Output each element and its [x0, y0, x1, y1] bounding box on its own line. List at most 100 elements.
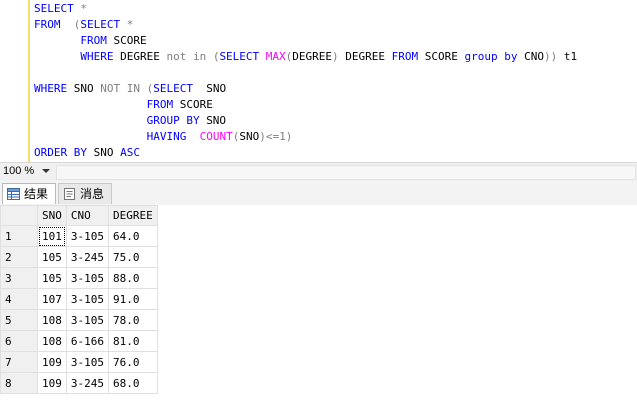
table-cell[interactable]: 3-105	[65, 288, 110, 310]
column-header-sno[interactable]: SNO	[37, 205, 67, 226]
code-line[interactable]: FROM SCORE	[34, 97, 577, 113]
table-cell[interactable]: 68.0	[108, 372, 158, 394]
row-number[interactable]: 8	[0, 372, 38, 394]
code-token: SNO	[206, 114, 227, 127]
table-cell[interactable]: 81.0	[108, 330, 158, 352]
code-token: CNO	[524, 50, 545, 63]
code-token: FROM	[34, 98, 180, 111]
table-cell[interactable]: 3-105	[65, 309, 110, 331]
code-token: not in	[166, 50, 213, 63]
table-row[interactable]: 5 108 3-105 78.0	[0, 309, 158, 331]
row-number[interactable]: 4	[0, 288, 38, 310]
table-cell[interactable]: 105	[37, 246, 67, 268]
code-token: DEGREE	[345, 50, 392, 63]
table-cell[interactable]: 3-105	[65, 225, 110, 247]
query-editor[interactable]: SELECT * FROM (SELECT * FROM SCORE WHERE …	[0, 0, 637, 162]
code-token: COUNT	[199, 130, 233, 143]
code-token: group by	[464, 50, 525, 63]
row-number[interactable]: 5	[0, 309, 38, 331]
code-line[interactable]: HAVING COUNT(SNO)<=1)	[34, 129, 577, 145]
table-row[interactable]: 4 107 3-105 91.0	[0, 288, 158, 310]
code-token: *	[80, 2, 87, 15]
change-tracking-margin	[28, 0, 30, 162]
results-tab-strip: 结果 消息	[0, 181, 637, 206]
code-line[interactable]: WHERE SNO NOT IN (SELECT SNO	[34, 81, 577, 97]
code-token: FROM	[34, 34, 114, 47]
code-token: )	[332, 50, 346, 63]
table-cell[interactable]: 101	[37, 225, 67, 247]
message-icon	[64, 188, 75, 200]
code-token: ORDER BY	[34, 146, 94, 159]
code-token: SNO	[206, 82, 227, 95]
code-token: SCORE	[179, 98, 213, 111]
code-token: t1	[563, 50, 578, 63]
row-number[interactable]: 3	[0, 267, 38, 289]
code-token: SELECT	[80, 18, 127, 31]
table-row[interactable]: 2 105 3-245 75.0	[0, 246, 158, 268]
code-token: GROUP BY	[34, 114, 207, 127]
zoom-value: 100 %	[3, 165, 35, 177]
code-line[interactable]: ORDER BY SNO ASC	[34, 145, 577, 161]
code-line[interactable]: FROM SCORE	[34, 33, 577, 49]
table-cell[interactable]: 108	[37, 309, 67, 331]
row-number[interactable]: 6	[0, 330, 38, 352]
horizontal-scrollbar[interactable]	[56, 165, 636, 180]
table-cell[interactable]: 107	[37, 288, 67, 310]
code-token: FROM	[391, 50, 425, 63]
chevron-down-icon	[42, 169, 50, 173]
code-line[interactable]: SELECT *	[34, 1, 577, 17]
code-line[interactable]: WHERE DEGREE not in (SELECT MAX(DEGREE) …	[34, 49, 577, 65]
code-token: WHERE	[34, 82, 74, 95]
tab-messages[interactable]: 消息	[58, 183, 112, 204]
table-cell[interactable]: 108	[37, 330, 67, 352]
table-cell[interactable]: 3-245	[65, 246, 110, 268]
code-token: FROM	[34, 18, 74, 31]
table-cell[interactable]: 3-105	[65, 267, 110, 289]
column-header-cno[interactable]: CNO	[65, 205, 110, 226]
tab-messages-label: 消息	[80, 187, 105, 201]
table-row[interactable]: 3 105 3-105 88.0	[0, 267, 158, 289]
table-cell[interactable]: 3-105	[65, 351, 110, 373]
table-cell[interactable]: 109	[37, 351, 67, 373]
row-number[interactable]: 7	[0, 351, 38, 373]
table-cell[interactable]: 91.0	[108, 288, 158, 310]
results-grid[interactable]: SNO CNO DEGREE 1 101 3-105 64.0 2 105 3-245 75.…	[0, 205, 637, 402]
editor-status-bar: 100 %	[0, 162, 637, 181]
zoom-dropdown[interactable]: 100 %	[2, 164, 54, 179]
header-row: SNO CNO DEGREE	[0, 205, 158, 226]
table-cell[interactable]: 109	[37, 372, 67, 394]
table-cell[interactable]: 78.0	[108, 309, 158, 331]
code-token: SELECT	[34, 2, 81, 15]
table-row[interactable]: 7 109 3-105 76.0	[0, 351, 158, 373]
code-line[interactable]	[34, 65, 577, 81]
tab-results[interactable]: 结果	[2, 183, 56, 204]
code-token: WHERE	[34, 50, 121, 63]
code-line[interactable]: FROM (SELECT *	[34, 17, 577, 33]
sql-code[interactable]: SELECT * FROM (SELECT * FROM SCORE WHERE …	[34, 1, 577, 161]
code-line[interactable]: GROUP BY SNO	[34, 113, 577, 129]
table-row[interactable]: 8 109 3-245 68.0	[0, 372, 158, 394]
code-token: DEGREE	[120, 50, 167, 63]
row-number[interactable]: 1	[0, 225, 38, 247]
corner-cell[interactable]	[0, 205, 38, 226]
table-cell[interactable]: 105	[37, 267, 67, 289]
table-cell[interactable]: 6-166	[65, 330, 110, 352]
tab-results-label: 结果	[24, 187, 49, 201]
table-cell[interactable]: 75.0	[108, 246, 158, 268]
code-token: HAVING	[34, 130, 200, 143]
row-number[interactable]: 2	[0, 246, 38, 268]
code-token: SCORE	[424, 50, 465, 63]
table-row[interactable]: 6 108 6-166 81.0	[0, 330, 158, 352]
table-cell[interactable]: 3-245	[65, 372, 110, 394]
column-header-degree[interactable]: DEGREE	[108, 205, 158, 226]
code-token: SELECT	[219, 50, 266, 63]
code-token: SNO	[73, 82, 101, 95]
table-cell[interactable]: 88.0	[108, 267, 158, 289]
code-token: SNO	[93, 146, 121, 159]
code-token: SNO	[239, 130, 260, 143]
code-token: SELECT	[153, 82, 207, 95]
table-cell[interactable]: 76.0	[108, 351, 158, 373]
code-token: MAX	[265, 50, 286, 63]
table-cell[interactable]: 64.0	[108, 225, 158, 247]
table-row[interactable]: 1 101 3-105 64.0	[0, 225, 158, 247]
